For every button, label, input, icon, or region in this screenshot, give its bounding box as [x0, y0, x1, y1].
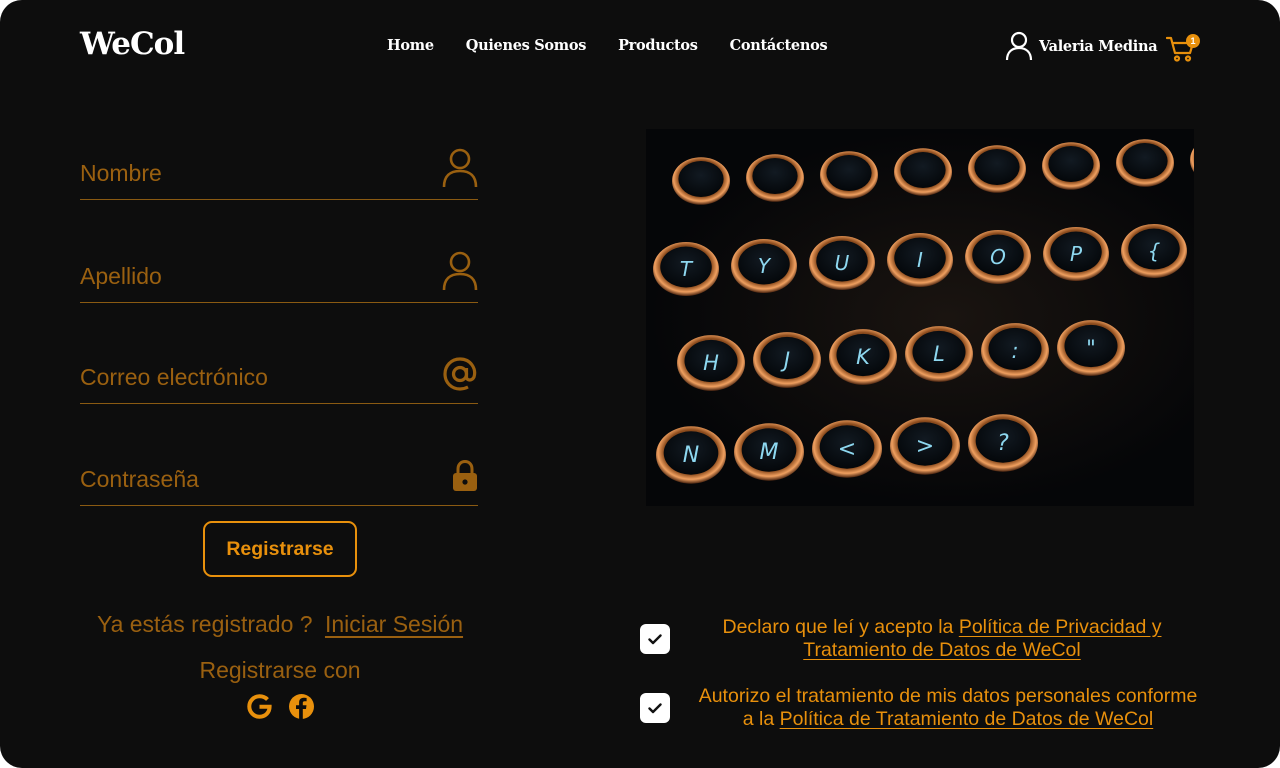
- typewriter-key: H: [677, 335, 745, 391]
- password-placeholder: Contraseña: [80, 466, 199, 492]
- email-field[interactable]: Correo electrónico: [80, 356, 478, 404]
- data-consent-checkbox[interactable]: [640, 693, 670, 723]
- svg-text:L: L: [933, 342, 945, 366]
- register-button[interactable]: Registrarse: [203, 521, 357, 577]
- typewriter-keys-image: T Y U I O P { H J K L: " N M < >?: [646, 129, 1194, 506]
- svg-text:K: K: [856, 345, 872, 369]
- typewriter-key: [968, 145, 1026, 193]
- svg-text:I: I: [917, 248, 923, 272]
- svg-text:H: H: [703, 351, 719, 375]
- privacy-consent-row: Declaro que leí y acepto la Política de …: [640, 616, 1194, 662]
- svg-text:Y: Y: [758, 254, 772, 278]
- user-icon: [442, 148, 478, 193]
- typewriter-key: [894, 148, 952, 196]
- login-link[interactable]: Iniciar Sesión: [325, 611, 463, 637]
- data-consent-row: Autorizo el tratamiento de mis datos per…: [640, 685, 1218, 731]
- user-menu[interactable]: Valeria Medina: [1005, 31, 1158, 61]
- last-name-field[interactable]: Apellido: [80, 251, 478, 303]
- cart-button[interactable]: 1: [1165, 32, 1200, 62]
- svg-text:U: U: [835, 251, 850, 275]
- typewriter-key: :: [981, 323, 1049, 379]
- lock-icon: [452, 459, 478, 497]
- last-name-placeholder: Apellido: [80, 263, 162, 289]
- privacy-consent-checkbox[interactable]: [640, 624, 670, 654]
- typewriter-key: N: [656, 426, 726, 484]
- typewriter-key: I: [887, 232, 953, 288]
- typewriter-key: L: [905, 326, 973, 382]
- svg-text:O: O: [990, 245, 1006, 269]
- typewriter-key: U: [809, 235, 875, 291]
- typewriter-key: O: [965, 229, 1031, 285]
- svg-text:N: N: [683, 443, 699, 468]
- user-icon: [442, 251, 478, 296]
- nav-products-link[interactable]: Productos: [618, 37, 698, 54]
- data-policy-link[interactable]: Política de Tratamiento de Datos de WeCo…: [780, 708, 1154, 730]
- facebook-icon[interactable]: [288, 693, 315, 720]
- app-frame: WeCol Home Quienes Somos Productos Contá…: [0, 0, 1280, 768]
- email-placeholder: Correo electrónico: [80, 364, 268, 390]
- typewriter-key: Y: [731, 238, 797, 294]
- typewriter-key: ?: [968, 414, 1038, 472]
- nav-about-link[interactable]: Quienes Somos: [466, 37, 587, 54]
- already-registered-line: Ya estás registrado ? Iniciar Sesión: [80, 611, 480, 638]
- typewriter-key: J: [753, 332, 821, 388]
- first-name-placeholder: Nombre: [80, 160, 162, 186]
- svg-text:P: P: [1070, 242, 1083, 266]
- main-nav: Home Quienes Somos Productos Contáctenos: [387, 37, 828, 54]
- first-name-field[interactable]: Nombre: [80, 148, 478, 200]
- svg-text:T: T: [680, 257, 694, 281]
- privacy-consent-label: Declaro que leí y acepto la Política de …: [690, 616, 1194, 662]
- typewriter-key: [1190, 147, 1194, 173]
- svg-text::: :: [1011, 339, 1018, 363]
- svg-text:>: >: [916, 434, 934, 459]
- typewriter-key: >: [890, 417, 960, 475]
- svg-text:<: <: [838, 437, 856, 462]
- typewriter-key: [1042, 142, 1100, 190]
- user-name: Valeria Medina: [1039, 37, 1158, 55]
- typewriter-key: P: [1043, 226, 1109, 282]
- privacy-consent-text: Declaro que leí y acepto la: [722, 616, 954, 638]
- data-consent-label: Autorizo el tratamiento de mis datos per…: [678, 685, 1218, 731]
- nav-contact-link[interactable]: Contáctenos: [730, 37, 828, 54]
- check-icon: [648, 633, 662, 644]
- svg-text:M: M: [760, 440, 779, 465]
- svg-text:": ": [1086, 336, 1096, 360]
- already-registered-text: Ya estás registrado ?: [96, 611, 313, 637]
- logo[interactable]: WeCol: [80, 26, 185, 62]
- typewriter-key: [1116, 139, 1174, 187]
- data-consent-text-2: a la: [742, 708, 775, 730]
- at-icon: [442, 356, 478, 397]
- typewriter-key: K: [829, 329, 897, 385]
- typewriter-key: ": [1057, 320, 1125, 376]
- typewriter-key: M: [734, 423, 804, 481]
- register-with-label: Registrarse con: [199, 657, 361, 683]
- check-icon: [648, 702, 662, 713]
- user-icon: [1005, 31, 1033, 61]
- typewriter-key: [820, 151, 878, 199]
- nav-home-link[interactable]: Home: [387, 37, 434, 54]
- svg-text:?: ?: [997, 431, 1009, 456]
- data-consent-text-1: Autorizo el tratamiento de mis datos per…: [698, 685, 1198, 707]
- typewriter-key: T: [653, 241, 719, 297]
- typewriter-key: {: [1121, 223, 1187, 279]
- cart-count-badge: 1: [1186, 34, 1200, 48]
- svg-text:{: {: [1148, 239, 1161, 263]
- google-icon[interactable]: [246, 693, 273, 720]
- typewriter-key: [672, 157, 730, 205]
- social-login: [246, 693, 315, 720]
- typewriter-key: [746, 154, 804, 202]
- typewriter-key: <: [812, 420, 882, 478]
- password-field[interactable]: Contraseña: [80, 458, 478, 506]
